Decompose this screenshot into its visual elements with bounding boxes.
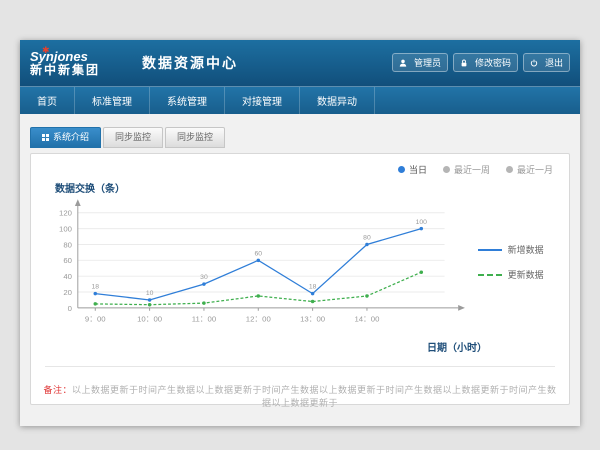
page-title: 数据资源中心	[142, 53, 238, 73]
chart-panel: 当日 最近一周 最近一月 数据交换（条） 0 20 40 60 80 100 120 9：00…	[30, 153, 570, 405]
grid-icon	[42, 134, 49, 141]
svg-text:9：00: 9：00	[85, 314, 106, 323]
chart-y-axis-title: 数据交换（条）	[55, 180, 561, 195]
svg-text:20: 20	[63, 288, 72, 297]
svg-text:100: 100	[416, 219, 428, 226]
brand-logo-sub: 新中新集团	[30, 63, 134, 77]
nav-item-standard-mgmt[interactable]: 标准管理	[75, 87, 150, 114]
header-actions: 管理员 修改密码 退出	[392, 53, 570, 72]
svg-text:120: 120	[59, 209, 72, 218]
admin-button-label: 管理员	[414, 56, 441, 69]
filter-last-month[interactable]: 最近一月	[506, 163, 553, 176]
svg-text:30: 30	[200, 274, 208, 281]
series-legend: 新增数据 更新数据	[478, 243, 561, 281]
svg-text:14：00: 14：00	[354, 314, 379, 323]
content-area: 系统介绍 同步监控 同步监控 当日 最近一周	[20, 114, 580, 405]
svg-text:80: 80	[363, 235, 371, 242]
tab-sync-monitor-2[interactable]: 同步监控	[165, 127, 225, 148]
power-icon	[530, 59, 538, 67]
svg-text:0: 0	[68, 304, 72, 313]
legend-item-new-data[interactable]: 新增数据	[478, 243, 561, 256]
svg-text:18: 18	[309, 284, 317, 291]
svg-text:10: 10	[146, 290, 154, 297]
change-password-button-label: 修改密码	[475, 56, 511, 69]
panel-divider	[45, 366, 555, 367]
user-icon	[399, 59, 407, 67]
legend-line-dashed-icon	[478, 274, 502, 276]
footnote-text: 以上数据更新于时间产生数据以上数据更新于时间产生数据以上数据更新于时间产生数据以…	[72, 385, 557, 408]
legend-item-update-data[interactable]: 更新数据	[478, 268, 561, 281]
legend-line-solid-icon	[478, 249, 502, 251]
app-header: Synjones ✱ 新中新集团 数据资源中心 管理员 修改密码	[20, 40, 580, 86]
main-nav: 首页 标准管理 系统管理 对接管理 数据异动	[20, 86, 580, 114]
admin-button[interactable]: 管理员	[392, 53, 448, 72]
filter-last-week-dot-icon	[443, 166, 450, 173]
svg-text:60: 60	[255, 250, 263, 257]
logo-star-icon: ✱	[42, 45, 50, 56]
footnote: 备注：以上数据更新于时间产生数据以上数据更新于时间产生数据以上数据更新于时间产生…	[39, 383, 561, 409]
change-password-button[interactable]: 修改密码	[453, 53, 518, 72]
range-filter-group: 当日 最近一周 最近一月	[398, 163, 553, 176]
filter-last-month-dot-icon	[506, 166, 513, 173]
svg-text:12：00: 12：00	[246, 314, 271, 323]
tab-sync-monitor-2-label: 同步监控	[177, 128, 213, 147]
line-chart: 0 20 40 60 80 100 120 9：00 10：00 11：00 12：00 13：00 1…	[39, 195, 478, 347]
nav-item-home[interactable]: 首页	[20, 87, 75, 114]
svg-text:60: 60	[63, 256, 72, 265]
lock-icon	[460, 59, 468, 67]
tab-system-intro[interactable]: 系统介绍	[30, 127, 101, 148]
app-window: Synjones ✱ 新中新集团 数据资源中心 管理员 修改密码	[20, 40, 580, 426]
footnote-prefix: 备注：	[43, 385, 72, 395]
filter-last-week-label: 最近一周	[454, 163, 490, 176]
svg-text:11：00: 11：00	[192, 314, 216, 323]
logout-button[interactable]: 退出	[523, 53, 570, 72]
svg-text:100: 100	[59, 225, 72, 234]
tab-bar: 系统介绍 同步监控 同步监控	[30, 127, 570, 148]
logout-button-label: 退出	[545, 56, 563, 69]
tab-sync-monitor-1[interactable]: 同步监控	[103, 127, 163, 148]
filter-today-dot-icon	[398, 166, 405, 173]
nav-item-connect-mgmt[interactable]: 对接管理	[225, 87, 300, 114]
legend-new-data-label: 新增数据	[508, 243, 544, 256]
svg-text:40: 40	[63, 272, 72, 281]
svg-text:18: 18	[92, 284, 100, 291]
legend-update-data-label: 更新数据	[508, 268, 544, 281]
svg-text:13：00: 13：00	[300, 314, 325, 323]
brand-logo: Synjones ✱ 新中新集团	[20, 50, 134, 77]
chart-row: 0 20 40 60 80 100 120 9：00 10：00 11：00 12：00 13：00 1…	[39, 195, 561, 347]
filter-today-label: 当日	[409, 163, 427, 176]
filter-today[interactable]: 当日	[398, 163, 427, 176]
filter-last-month-label: 最近一月	[517, 163, 553, 176]
nav-item-data-change[interactable]: 数据异动	[300, 87, 375, 114]
filter-last-week[interactable]: 最近一周	[443, 163, 490, 176]
svg-text:10：00: 10：00	[137, 314, 162, 323]
tab-system-intro-label: 系统介绍	[53, 128, 89, 147]
nav-item-system-mgmt[interactable]: 系统管理	[150, 87, 225, 114]
tab-sync-monitor-1-label: 同步监控	[115, 128, 151, 147]
svg-text:80: 80	[63, 240, 72, 249]
